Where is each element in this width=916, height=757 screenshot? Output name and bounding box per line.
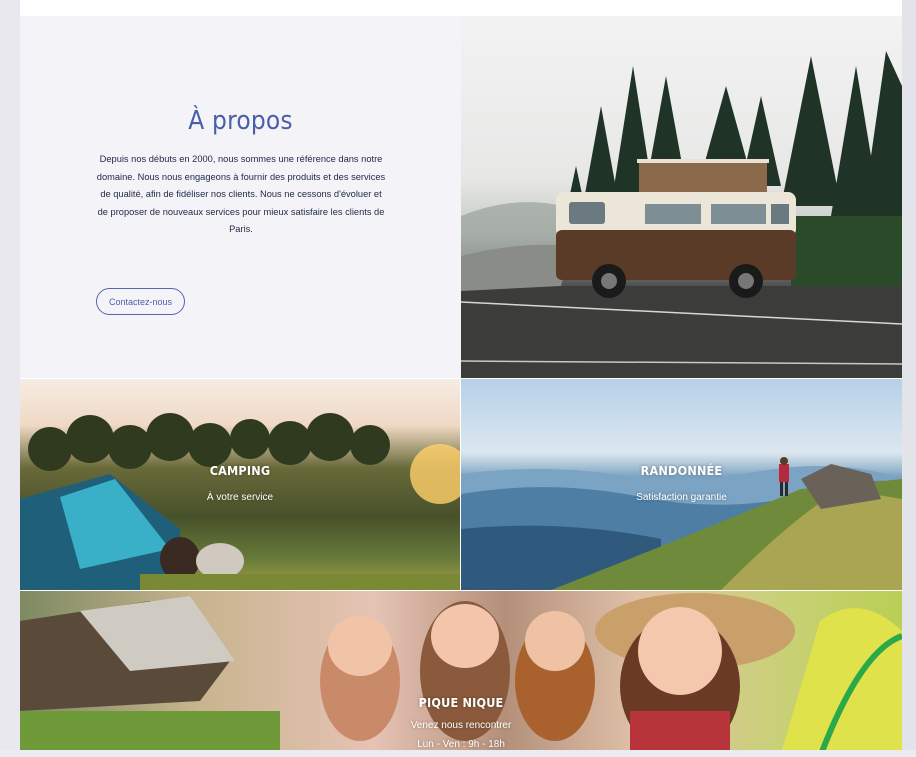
camping-subtitle: À votre service [206,492,274,503]
camping-illustration [20,413,460,590]
about-text: Depuis nos débuts en 2000, nous sommes u… [96,154,386,234]
van-photo [461,16,902,378]
van-illustration [461,51,902,378]
pique-nique-subtitle: Venez nous rencontrer [410,720,512,731]
hiking-illustration [461,457,902,590]
page: À propos Depuis nos débuts en 2000, nous… [20,0,902,757]
contact-button[interactable]: Contactez-nous [96,288,185,315]
camping-tile[interactable]: CAMPING À votre service [20,379,460,590]
about-title: À propos [188,106,293,136]
pique-nique-title: PIQUE NIQUE [418,695,504,710]
about-section: À propos Depuis nos débuts en 2000, nous… [20,16,461,378]
camping-title: CAMPING [209,463,271,478]
randonnee-subtitle: Satisfaction garantie [636,492,727,503]
window-right-edge [902,0,916,757]
pique-nique-tile[interactable]: PIQUE NIQUE Venez nous rencontrer Lun - … [20,591,902,757]
window-bottom-edge [0,750,916,757]
opening-hours: Lun - Ven : 9h - 18h [417,739,505,750]
header-strip [20,0,902,16]
randonnee-tile[interactable]: RANDONNÉE Satisfaction garantie [461,379,902,590]
randonnee-title: RANDONNÉE [640,463,723,478]
picnic-illustration [20,593,902,757]
